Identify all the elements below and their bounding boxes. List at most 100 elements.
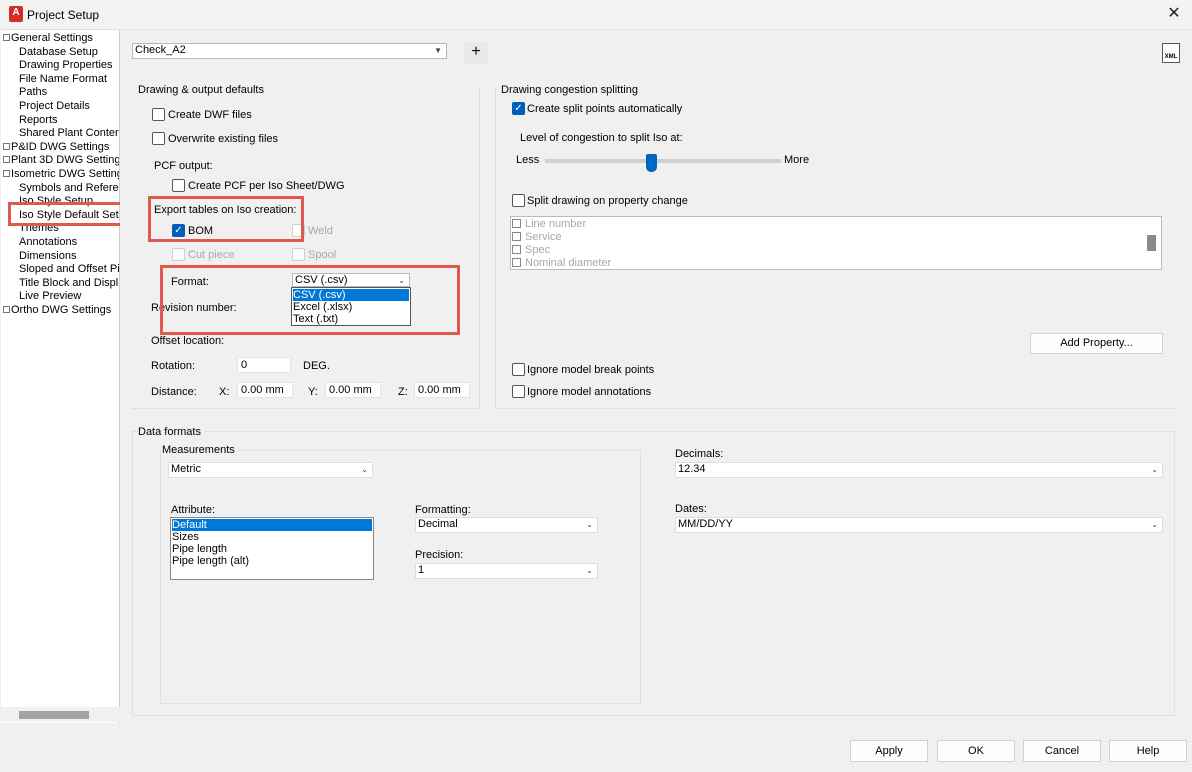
- tree-item[interactable]: Drawing Properties: [19, 59, 113, 72]
- tree-item[interactable]: Live Preview: [19, 290, 81, 303]
- split-property-checkbox[interactable]: [512, 194, 525, 207]
- ignore-annotations-label: Ignore model annotations: [527, 386, 652, 398]
- rotation-input[interactable]: 0: [237, 357, 291, 373]
- y-label: Y:: [308, 386, 318, 398]
- help-button[interactable]: Help: [1109, 740, 1187, 762]
- tree-item[interactable]: Reports: [19, 114, 58, 127]
- property-checkbox[interactable]: [512, 219, 521, 228]
- overwrite-checkbox[interactable]: [152, 132, 165, 145]
- property-checkbox[interactable]: [512, 258, 521, 267]
- tree-item[interactable]: Annotations: [19, 236, 77, 249]
- data-formats-heading: Data formats: [138, 426, 204, 438]
- tree-item[interactable]: Sloped and Offset Pi: [19, 263, 120, 276]
- tree-item[interactable]: Paths: [19, 86, 47, 99]
- tree-item-label: File Name Format: [19, 72, 108, 85]
- property-checkbox[interactable]: [512, 232, 521, 241]
- congestion-slider[interactable]: [545, 159, 781, 163]
- congestion-heading: Drawing congestion splitting: [501, 84, 638, 96]
- xml-export-icon[interactable]: XML: [1162, 43, 1180, 63]
- precision-combo-value: 1: [418, 564, 425, 576]
- attribute-list[interactable]: Default Sizes Pipe length Pipe length (a…: [170, 517, 374, 580]
- formatting-combo[interactable]: Decimal ⌄: [415, 517, 598, 533]
- tree-item-label: Title Block and Displ: [19, 276, 119, 289]
- chevron-down-icon: ⌄: [1151, 520, 1158, 529]
- add-style-button[interactable]: +: [464, 42, 488, 64]
- apply-button[interactable]: Apply: [850, 740, 928, 762]
- ignore-break-checkbox[interactable]: [512, 363, 525, 376]
- property-checkbox[interactable]: [512, 245, 521, 254]
- attribute-item[interactable]: Pipe length: [172, 543, 227, 555]
- x-label: X:: [219, 386, 230, 398]
- expand-toggle-icon[interactable]: [3, 306, 10, 313]
- close-icon[interactable]: ✕: [1164, 4, 1184, 24]
- app-icon: A: [9, 6, 23, 22]
- cancel-button[interactable]: Cancel: [1023, 740, 1101, 762]
- dates-label: Dates:: [675, 503, 707, 515]
- tree-item-label: Paths: [19, 86, 48, 99]
- tree-item-label: Live Preview: [19, 290, 82, 303]
- tree-item[interactable]: Dimensions: [19, 250, 76, 263]
- spool-checkbox: [292, 248, 305, 261]
- formatting-combo-value: Decimal: [418, 518, 458, 530]
- property-list-scrollbar[interactable]: [1147, 235, 1156, 251]
- chevron-down-icon: ⌄: [1151, 465, 1158, 474]
- ok-button[interactable]: OK: [937, 740, 1015, 762]
- y-distance-input[interactable]: 0.00 mm: [325, 382, 381, 398]
- slider-less-label: Less: [516, 154, 540, 166]
- attribute-item[interactable]: Sizes: [172, 531, 199, 543]
- style-combo[interactable]: Check_A2 ▼: [132, 43, 447, 59]
- content-panel: Check_A2 ▼ + XML Drawing & output default…: [120, 30, 1192, 772]
- expand-toggle-icon[interactable]: [3, 170, 10, 177]
- z-distance-input[interactable]: 0.00 mm: [414, 382, 470, 398]
- create-pcf-checkbox[interactable]: [172, 179, 185, 192]
- add-property-button[interactable]: Add Property...: [1030, 333, 1163, 354]
- tree-scrollbar[interactable]: [1, 707, 120, 722]
- tree-item[interactable]: General Settings: [3, 32, 93, 45]
- tree-item[interactable]: Database Setup: [19, 46, 98, 59]
- expand-toggle-icon[interactable]: [3, 156, 10, 164]
- highlight-tree-item: [8, 202, 135, 226]
- tree-item[interactable]: Ortho DWG Settings: [3, 304, 111, 317]
- property-item[interactable]: Line number: [512, 218, 586, 230]
- tree-item[interactable]: Title Block and Displ: [19, 277, 118, 290]
- create-split-label: Create split points automatically: [527, 103, 683, 115]
- precision-label: Precision:: [415, 549, 464, 561]
- attribute-label: Attribute:: [171, 504, 216, 516]
- tree-item-label: Sloped and Offset Pi: [19, 263, 120, 276]
- pcf-output-label: PCF output:: [154, 160, 213, 172]
- property-item[interactable]: Spec: [512, 244, 550, 256]
- create-dwf-checkbox[interactable]: [152, 108, 165, 121]
- attribute-item[interactable]: Pipe length (alt): [172, 555, 249, 567]
- tree-scroll-thumb[interactable]: [19, 711, 89, 719]
- property-list[interactable]: Line number Service Spec Nominal diamete…: [510, 216, 1162, 270]
- attribute-item[interactable]: Default: [172, 519, 372, 531]
- units-combo[interactable]: Metric ⌄: [168, 462, 373, 478]
- expand-toggle-icon[interactable]: [3, 34, 10, 41]
- dates-combo[interactable]: MM/DD/YY ⌄: [675, 517, 1163, 533]
- deg-label: DEG.: [303, 360, 330, 372]
- tree-item-label: Dimensions: [19, 249, 77, 262]
- tree-item[interactable]: File Name Format: [19, 73, 107, 86]
- property-item[interactable]: Nominal diameter: [512, 257, 611, 269]
- offset-location-label: Offset location:: [151, 335, 225, 347]
- weld-label: Weld: [308, 225, 333, 237]
- tree-item-label: Plant 3D DWG Setting: [11, 154, 120, 167]
- tree-item[interactable]: P&ID DWG Settings: [3, 141, 109, 154]
- x-distance-input[interactable]: 0.00 mm: [237, 382, 293, 398]
- tree-item[interactable]: Shared Plant Conten: [19, 127, 119, 140]
- ignore-annotations-checkbox[interactable]: [512, 385, 525, 398]
- tree-item[interactable]: Plant 3D DWG Setting: [3, 154, 120, 167]
- precision-combo[interactable]: 1 ⌄: [415, 563, 598, 579]
- highlight-export-tables: [148, 196, 304, 242]
- tree-item[interactable]: Project Details: [19, 100, 90, 113]
- decimals-combo[interactable]: 12.34 ⌄: [675, 462, 1163, 478]
- z-label: Z:: [398, 386, 408, 398]
- tree-item[interactable]: Isometric DWG Setting: [3, 168, 119, 181]
- create-split-checkbox[interactable]: ✓: [512, 102, 525, 115]
- chevron-down-icon: ⌄: [586, 520, 593, 529]
- property-item[interactable]: Service: [512, 231, 562, 243]
- decimals-combo-value: 12.34: [678, 463, 706, 475]
- tree-item[interactable]: Symbols and Referer: [19, 182, 119, 195]
- expand-toggle-icon[interactable]: [3, 142, 10, 150]
- congestion-slider-thumb[interactable]: [646, 154, 658, 172]
